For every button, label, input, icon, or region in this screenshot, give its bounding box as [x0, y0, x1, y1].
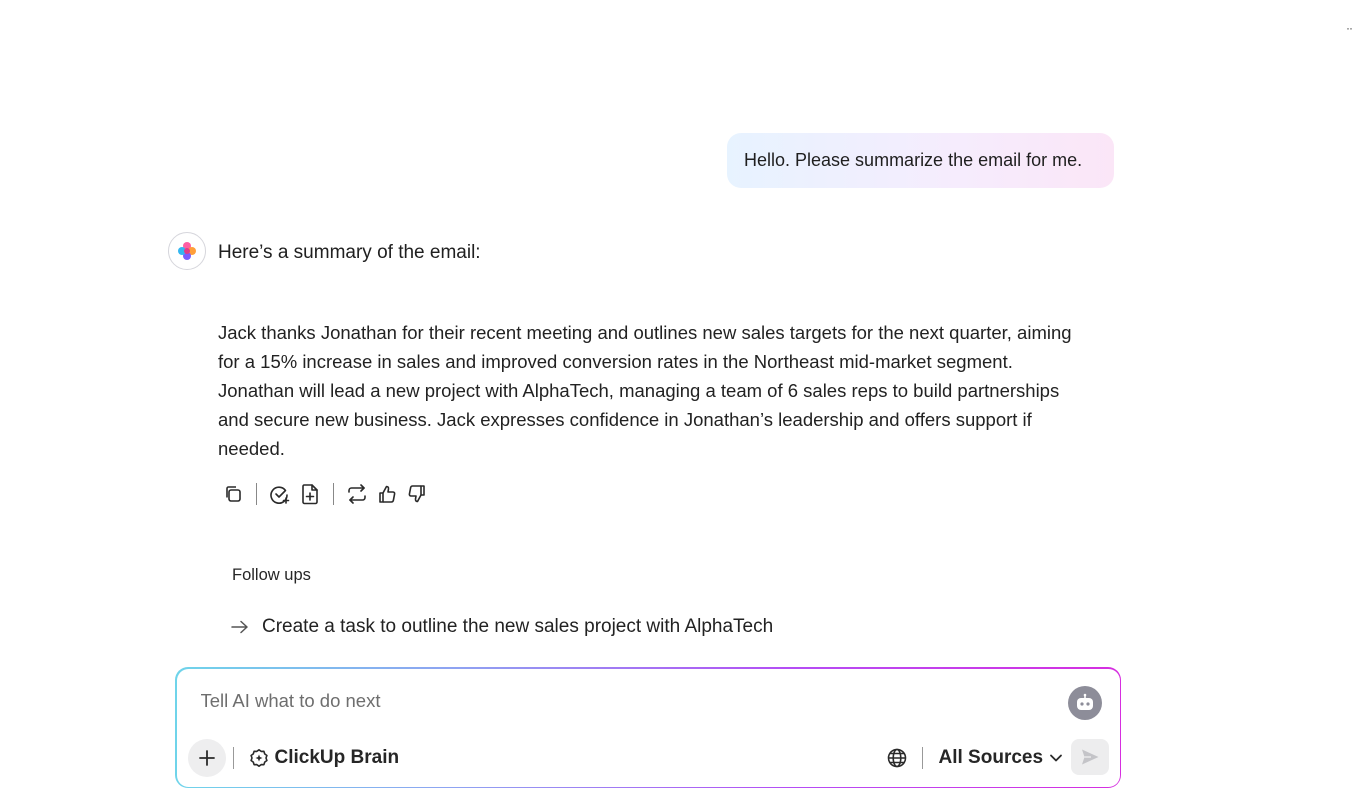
- regenerate-icon: [348, 484, 366, 504]
- send-button[interactable]: [1070, 738, 1109, 775]
- create-task-button[interactable]: [265, 481, 295, 507]
- task-check-plus-icon: [270, 486, 290, 504]
- regenerate-button[interactable]: [342, 481, 372, 507]
- window-menu-dots-icon[interactable]: ··: [1346, 22, 1353, 34]
- send-icon: [1081, 749, 1098, 764]
- like-button[interactable]: [372, 481, 402, 507]
- action-divider: [256, 483, 257, 505]
- doc-plus-icon: [302, 484, 318, 505]
- response-action-bar: [218, 481, 432, 507]
- action-divider: [333, 483, 334, 505]
- clickup-brain-selector[interactable]: ClickUp Brain: [249, 745, 400, 771]
- dislike-button[interactable]: [402, 481, 432, 507]
- sources-dropdown[interactable]: All Sources: [939, 745, 1064, 771]
- sources-label: All Sources: [938, 746, 1044, 768]
- user-message-text: Hello. Please summarize the email for me…: [744, 150, 1083, 170]
- plus-icon: [198, 749, 215, 766]
- clickup-brain-label: ClickUp Brain: [274, 746, 400, 768]
- add-attachment-button[interactable]: [187, 738, 226, 777]
- copy-icon: [226, 486, 241, 502]
- chat-page: ·· Hello. Please summarize the email for…: [0, 0, 1354, 800]
- brain-icon: [249, 748, 268, 767]
- ai-composer: ClickUp Brain All Sources: [175, 667, 1121, 788]
- copy-button[interactable]: [218, 481, 248, 507]
- composer-divider: [232, 746, 234, 769]
- user-message-bubble: Hello. Please summarize the email for me…: [727, 133, 1114, 188]
- arrow-right-icon: [230, 614, 252, 640]
- composer-body: ClickUp Brain All Sources: [176, 668, 1120, 787]
- followups-title: Follow ups: [232, 566, 311, 584]
- chevron-down-icon: [1049, 753, 1063, 763]
- followup-item-label: Create a task to outline the new sales p…: [262, 616, 774, 637]
- assistant-intro-text: Here’s a summary of the email:: [218, 242, 481, 263]
- thumbs-up-icon: [379, 485, 396, 503]
- composer-divider: [921, 746, 923, 769]
- web-search-toggle[interactable]: [886, 747, 908, 769]
- create-doc-button[interactable]: [295, 481, 325, 507]
- assistant-summary-text: Jack thanks Jonathan for their recent me…: [218, 322, 1072, 459]
- robot-icon: [1076, 693, 1093, 710]
- thumbs-down-icon: [408, 485, 425, 503]
- prompt-input[interactable]: [200, 686, 1041, 715]
- globe-icon: [887, 748, 906, 767]
- clickup-brain-logo-icon: [168, 232, 206, 270]
- followup-item[interactable]: Create a task to outline the new sales p…: [230, 614, 773, 640]
- agent-button[interactable]: [1067, 685, 1102, 720]
